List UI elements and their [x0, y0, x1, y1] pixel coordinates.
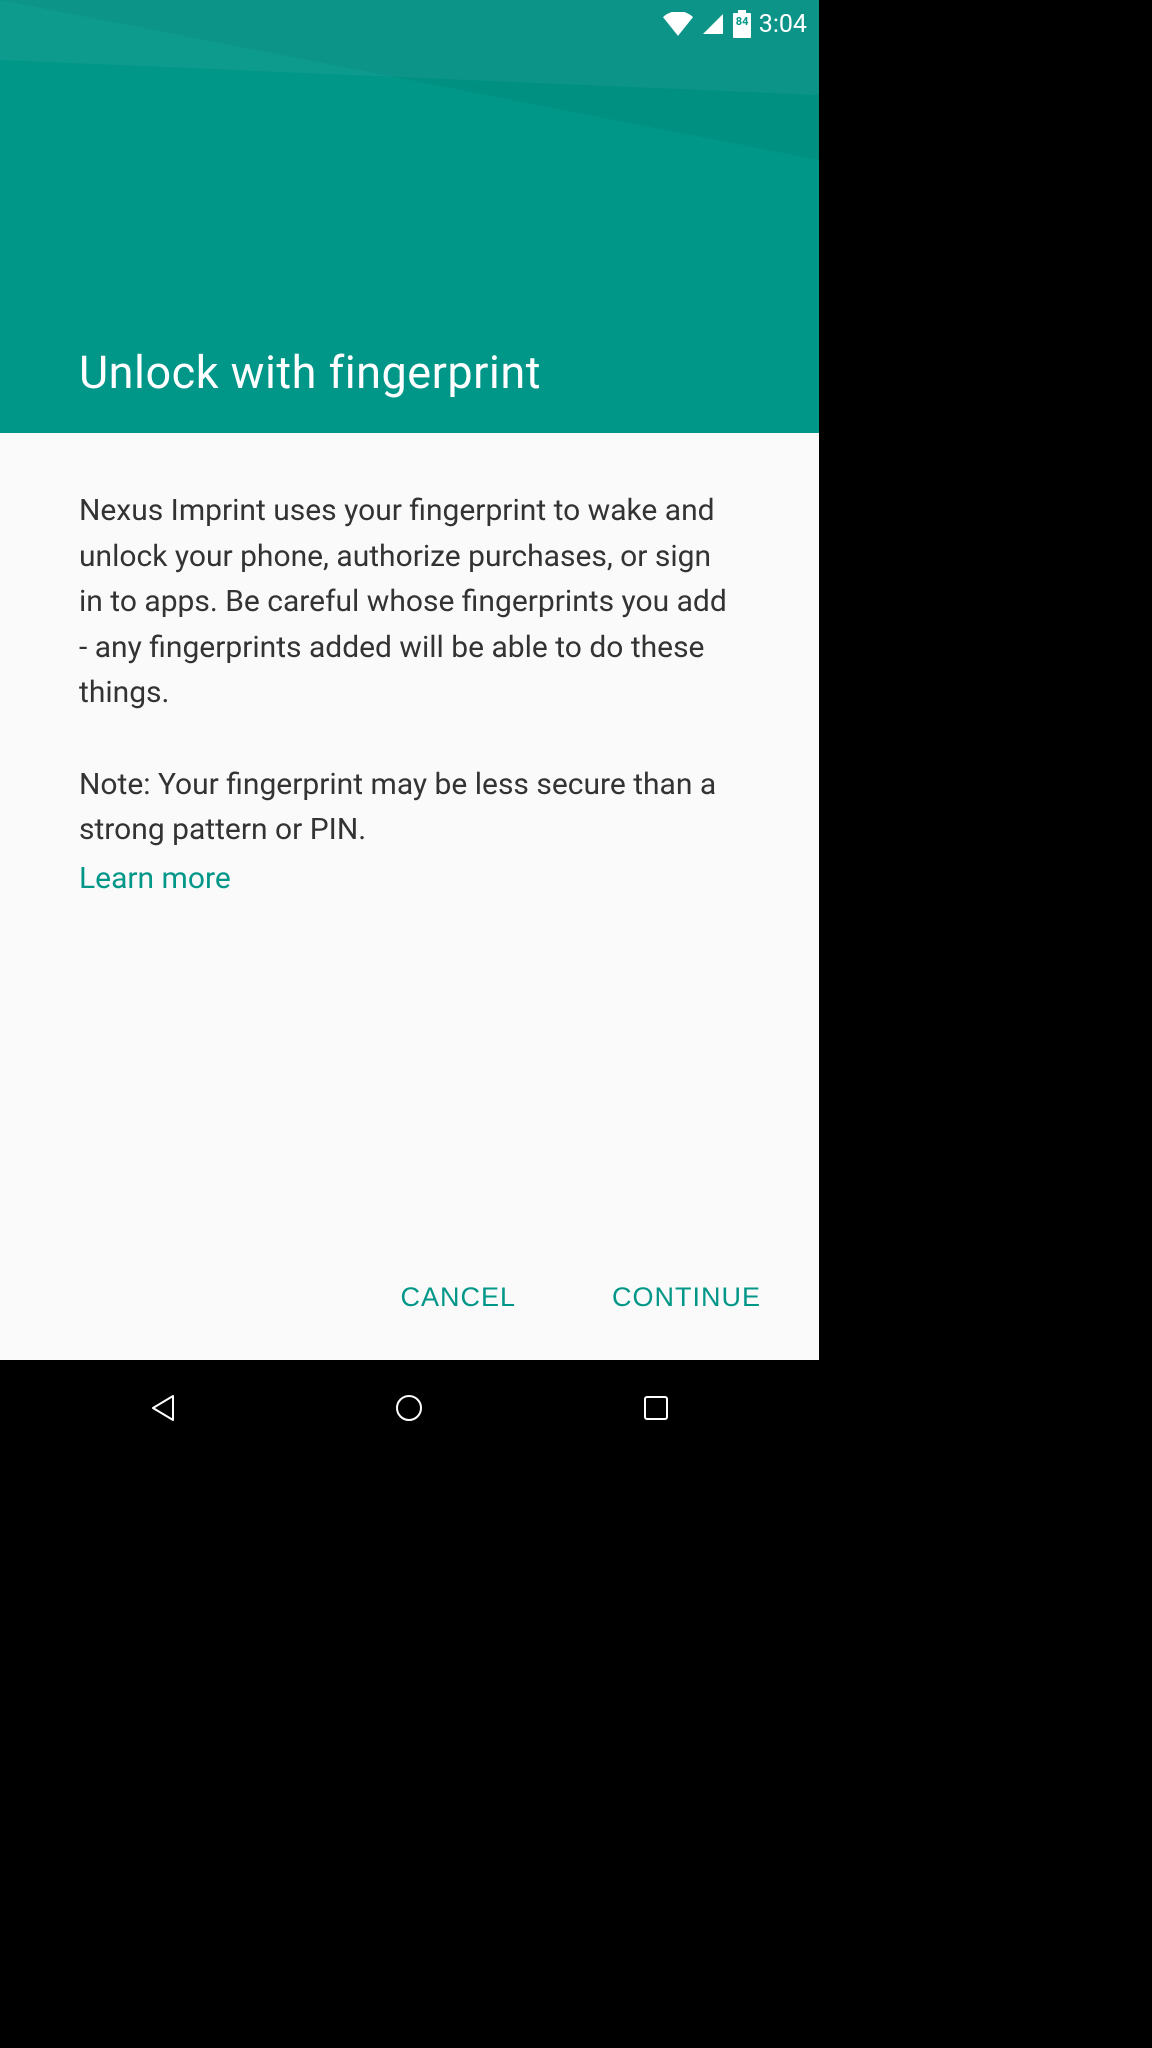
page-title: Unlock with fingerprint	[79, 346, 541, 399]
battery-level-text: 84	[736, 15, 749, 28]
triangle-back-icon	[147, 1392, 179, 1424]
battery-icon: 84	[733, 10, 751, 38]
learn-more-link[interactable]: Learn more	[79, 861, 231, 896]
cellular-signal-icon	[701, 12, 725, 36]
clock-time: 3:04	[759, 10, 807, 39]
continue-button[interactable]: CONTINUE	[584, 1262, 789, 1333]
wifi-icon	[663, 12, 693, 36]
content-area: Nexus Imprint uses your fingerprint to w…	[0, 433, 819, 896]
home-button[interactable]	[329, 1360, 489, 1455]
recents-button[interactable]	[576, 1360, 736, 1455]
button-bar: CANCEL CONTINUE	[0, 1235, 819, 1360]
body-paragraph-1: Nexus Imprint uses your fingerprint to w…	[79, 488, 740, 716]
device-screen: 84 3:04 Unlock with fingerprint Nexus Im…	[0, 0, 819, 1360]
header-banner: 84 3:04 Unlock with fingerprint	[0, 0, 819, 433]
square-recents-icon	[641, 1393, 671, 1423]
circle-home-icon	[393, 1392, 425, 1424]
body-paragraph-2: Note: Your fingerprint may be less secur…	[79, 762, 740, 853]
navigation-bar	[0, 1360, 819, 1455]
status-bar: 84 3:04	[0, 0, 819, 48]
back-button[interactable]	[83, 1360, 243, 1455]
letterbox-right	[819, 0, 1152, 2048]
cancel-button[interactable]: CANCEL	[372, 1262, 544, 1333]
letterbox-bottom	[0, 1455, 819, 2048]
